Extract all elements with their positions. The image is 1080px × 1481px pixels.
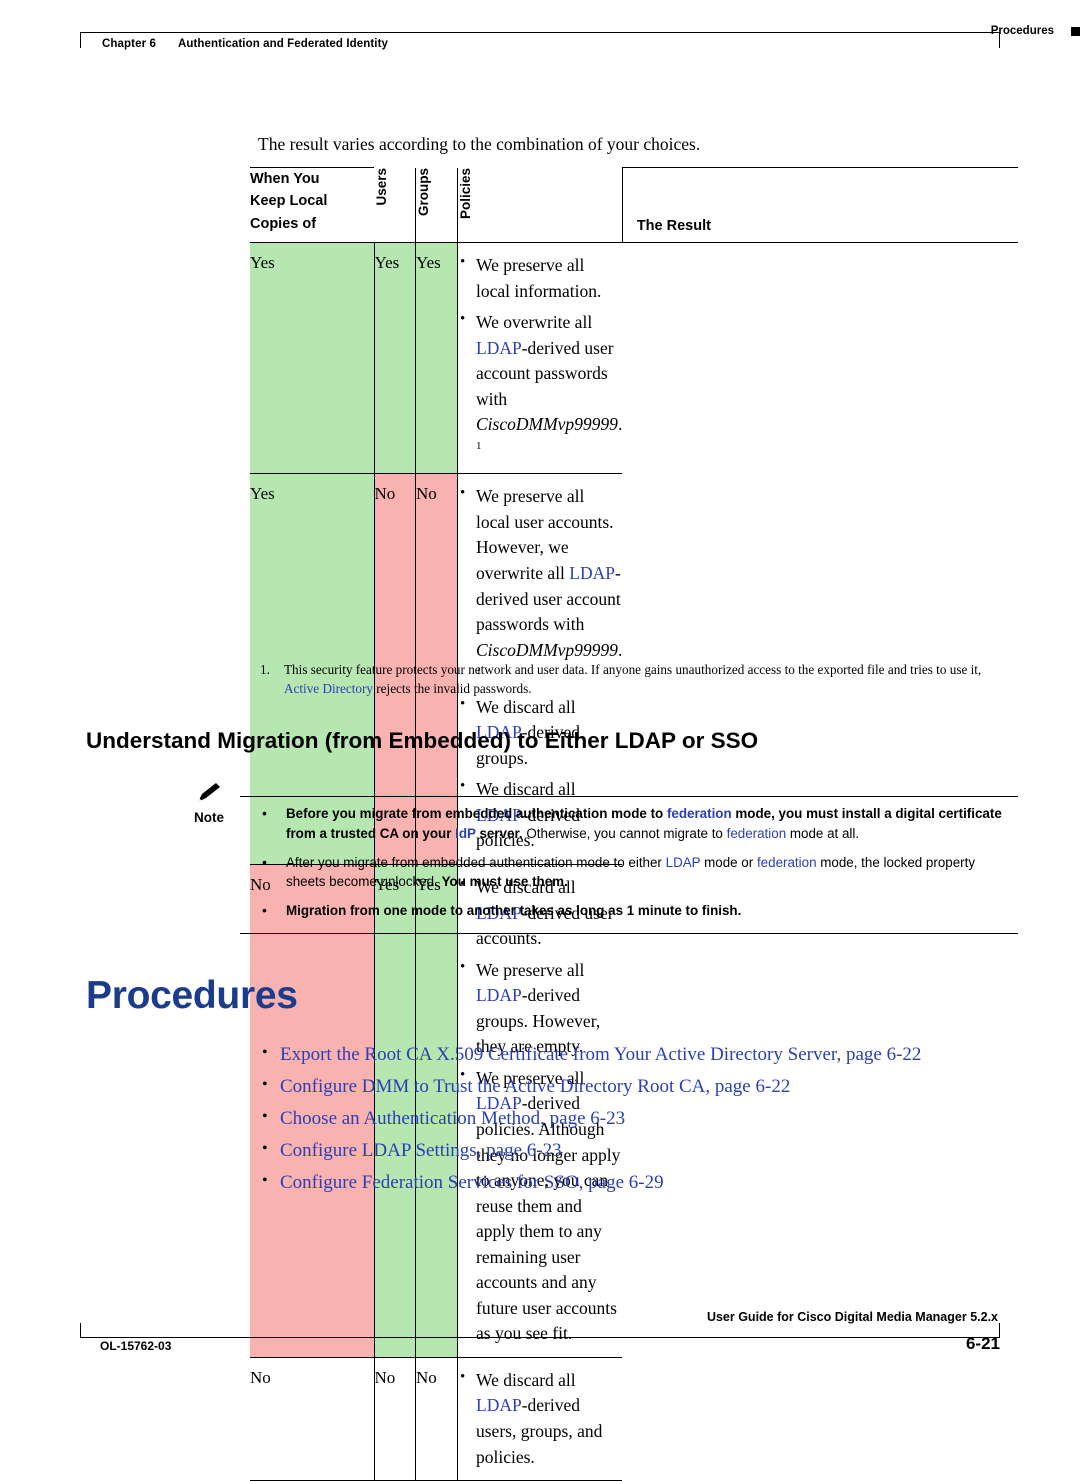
header-tick-left	[80, 32, 81, 48]
when-line-3: Copies of	[250, 215, 317, 232]
footnote-number: 1.	[260, 662, 270, 677]
col-header-users: Users	[374, 168, 416, 243]
col-header-policies-label: Policies	[458, 168, 473, 220]
header-divider	[80, 32, 1000, 33]
row4-users: No	[250, 1357, 375, 1481]
note-bullet-3: Migration from one mode to another takes…	[258, 900, 1018, 921]
note-body: Before you migrate from embedded authent…	[258, 803, 1018, 930]
col-header-result: The Result	[622, 168, 1018, 243]
list-item[interactable]: Configure LDAP Settings, page 6-23	[258, 1136, 1018, 1166]
footnote-text-before: This security feature protects your netw…	[284, 662, 982, 677]
when-you-keep-local-copies-header: When You Keep Local Copies of	[250, 167, 374, 243]
header-chapter-number: Chapter 6	[102, 38, 156, 50]
procedures-link-list: Export the Root CA X.509 Certificate fro…	[258, 1040, 1018, 1200]
header-marker-square	[1071, 27, 1080, 36]
note-divider-top	[240, 796, 1018, 798]
list-item[interactable]: Configure DMM to Trust the Active Direct…	[258, 1072, 1018, 1102]
row4-bullet-1: We discard all LDAP-derived users, group…	[458, 1367, 622, 1470]
footer-guide-title: User Guide for Cisco Digital Media Manag…	[706, 1310, 998, 1324]
col-header-policies: Policies	[457, 168, 623, 243]
pencil-icon	[196, 782, 222, 804]
note-bullet-1: Before you migrate from embedded authent…	[258, 803, 1018, 844]
row2-bullet-1: We preserve all local user accounts. How…	[458, 483, 622, 688]
row4-result: We discard all LDAP-derived users, group…	[457, 1357, 623, 1481]
header-chapter-text: Chapter 6 Authentication and Federated Id…	[102, 38, 388, 50]
col-header-groups: Groups	[415, 168, 458, 243]
note-bullet-2: After you migrate from embedded authenti…	[258, 852, 1018, 893]
list-item[interactable]: Choose an Authentication Method, page 6-…	[258, 1104, 1018, 1134]
intro-paragraph: The result varies according to the combi…	[258, 134, 701, 154]
note-divider-bottom	[240, 933, 1018, 935]
row4-groups: No	[374, 1357, 416, 1481]
page-header: Chapter 6 Authentication and Federated Id…	[80, 32, 1000, 76]
table-row: Yes Yes Yes We preserve all local inform…	[250, 242, 1018, 475]
when-line-2: Keep Local	[250, 193, 328, 210]
header-chapter-title: Authentication and Federated Identity	[177, 38, 389, 50]
note-label: Note	[194, 810, 224, 825]
row1-bullet-1: We preserve all local information.	[458, 252, 622, 304]
footer-page-number: 6-21	[965, 1334, 1000, 1353]
document-page: Chapter 6 Authentication and Federated Id…	[0, 0, 1080, 1481]
col-header-result-label: The Result	[636, 218, 711, 234]
col-header-users-label: Users	[374, 168, 389, 206]
footer-divider	[80, 1337, 1000, 1338]
row1-users: Yes	[250, 242, 375, 475]
footnote-text: This security feature protects your netw…	[284, 660, 1018, 698]
header-section-label: Procedures	[990, 25, 1054, 37]
row4-policies: No	[415, 1357, 458, 1481]
section-heading: Understand Migration (from Embedded) to …	[86, 728, 759, 753]
row1-groups: Yes	[374, 242, 416, 475]
footnote-link[interactable]: Active Directory	[284, 681, 373, 696]
footer-tick-left	[80, 1323, 81, 1338]
list-item[interactable]: Export the Root CA X.509 Certificate fro…	[258, 1040, 1018, 1070]
row1-result: We preserve all local information. We ov…	[457, 242, 623, 475]
footer-doc-id: OL-15762-03	[100, 1339, 172, 1353]
col-header-groups-label: Groups	[416, 168, 431, 217]
page-title: Procedures	[86, 974, 298, 1017]
footnote-text-after: rejects the invalid passwords.	[372, 681, 532, 697]
row1-policies: Yes	[415, 242, 458, 475]
table-footnote: 1. This security feature protects your n…	[250, 660, 1018, 698]
table-row: No No No We discard all LDAP-derived use…	[250, 1357, 1018, 1481]
row1-bullet-2: We overwrite all LDAP-derived user accou…	[458, 309, 622, 463]
list-item[interactable]: Configure Federation Services for SSO, p…	[258, 1168, 1018, 1198]
when-line-1: When You	[250, 171, 320, 187]
